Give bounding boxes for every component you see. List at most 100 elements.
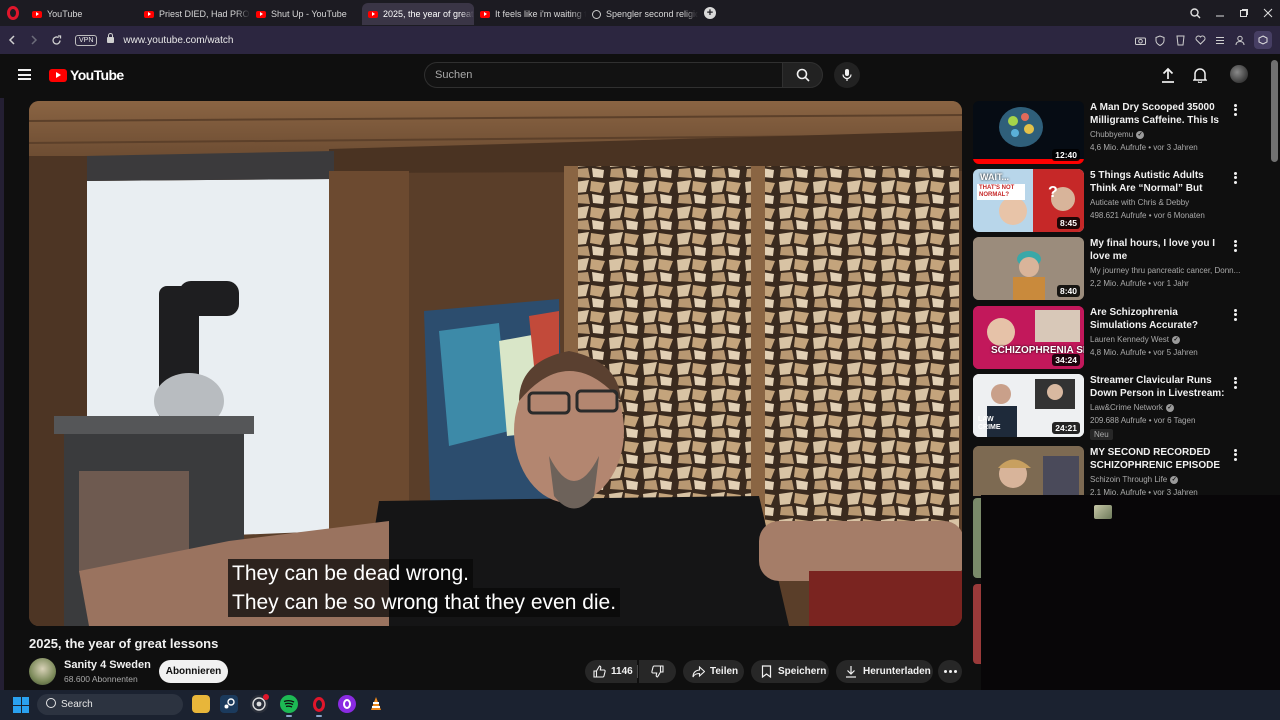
thumbnail-text: THAT'S NOT NORMAL? — [977, 184, 1025, 200]
vlc-icon[interactable] — [367, 695, 385, 713]
running-indicator — [286, 715, 292, 717]
menu-lines-icon[interactable] — [1214, 34, 1226, 46]
vpn-badge[interactable]: VPN — [75, 34, 98, 46]
guide-menu-button[interactable] — [18, 69, 31, 80]
recommendation-title[interactable]: MY SECOND RECORDED SCHIZOPHRENIC EPISODE — [1090, 446, 1230, 472]
tab-youtube[interactable]: YouTube — [26, 3, 138, 25]
steam-icon[interactable] — [220, 695, 238, 713]
kebab-menu-icon[interactable] — [1231, 376, 1239, 390]
url-field[interactable]: www.youtube.com/watch — [123, 35, 233, 46]
recommendation-item[interactable]: ? WAIT... THAT'S NOT NORMAL? 8:45 5 Thin… — [973, 169, 1273, 233]
partial-thumbnail — [973, 498, 981, 578]
thumbs-down-icon — [651, 665, 665, 679]
extension-icon[interactable] — [1174, 34, 1186, 46]
subscribe-button[interactable]: Abonnieren — [159, 660, 228, 683]
reload-button[interactable] — [45, 29, 67, 51]
shield-icon[interactable] — [1154, 34, 1166, 46]
tab-label: Shut Up - YouTube — [271, 9, 347, 19]
kebab-menu-icon[interactable] — [1231, 103, 1239, 117]
new-badge: Neu — [1090, 429, 1113, 440]
recommendation-title[interactable]: Are Schizophrenia Simulations Accurate? — [1090, 306, 1230, 332]
windows-start-icon[interactable] — [13, 697, 29, 713]
video-thumbnail[interactable] — [973, 446, 1084, 496]
like-button[interactable]: 1146 — [585, 660, 637, 683]
video-player[interactable]: They can be dead wrong. They can be so w… — [29, 101, 962, 626]
recommendation-title[interactable]: 5 Things Autistic Adults Think Are “Norm… — [1090, 169, 1230, 195]
lock-icon[interactable] — [107, 33, 115, 43]
partial-thumbnail — [973, 584, 981, 664]
video-duration: 24:21 — [1052, 422, 1080, 434]
opera-menu-button[interactable] — [0, 0, 26, 26]
recommendation-title[interactable]: Streamer Clavicular Runs Down Person in … — [1090, 374, 1230, 400]
recommendation-title[interactable]: My final hours, I love you I love me — [1090, 237, 1230, 263]
new-tab-button[interactable]: + — [704, 7, 716, 19]
video-thumbnail[interactable]: LAW CRIME 24:21 — [973, 374, 1084, 437]
video-thumbnail[interactable]: 8:40 — [973, 237, 1084, 300]
tab-2025-year[interactable]: 2025, the year of great le — [362, 3, 474, 25]
kebab-menu-icon[interactable] — [1231, 308, 1239, 322]
heart-icon[interactable] — [1194, 34, 1206, 46]
opera-gx-icon[interactable] — [338, 695, 356, 713]
video-thumbnail[interactable]: SCHIZOPHRENIA SIMULATIC 34:24 — [973, 306, 1084, 369]
search-input[interactable]: Suchen — [424, 62, 782, 88]
opera-logo-icon — [7, 6, 19, 20]
recommendation-meta: 2,2 Mio. Aufrufe • vor 1 Jahr — [1090, 279, 1189, 288]
profile-icon[interactable] — [1234, 34, 1246, 46]
voice-search-button[interactable] — [834, 62, 860, 88]
recommendation-item[interactable]: SCHIZOPHRENIA SIMULATIC 34:24 Are Schizo… — [973, 306, 1273, 370]
spotify-icon[interactable] — [280, 695, 298, 713]
file-explorer-icon[interactable] — [192, 695, 210, 713]
bell-icon — [1193, 68, 1207, 83]
camera-icon[interactable] — [1134, 34, 1146, 46]
restore-button[interactable] — [1232, 0, 1256, 26]
save-label: Speichern — [778, 666, 827, 677]
kebab-menu-icon[interactable] — [1231, 448, 1239, 462]
channel-avatar[interactable] — [29, 658, 56, 685]
caption-line: They can be so wrong that they even die. — [228, 588, 621, 617]
save-button[interactable]: Speichern — [751, 660, 829, 683]
recommendation-meta: 4,6 Mio. Aufrufe • vor 3 Jahren — [1090, 143, 1198, 152]
recommendation-item[interactable]: MY SECOND RECORDED SCHIZOPHRENIC EPISODE… — [973, 446, 1273, 496]
tab-shut-up[interactable]: Shut Up - YouTube — [250, 3, 362, 25]
recommendation-channel[interactable]: Schizoin Through Life ✓ — [1090, 475, 1240, 484]
close-window-button[interactable] — [1256, 0, 1280, 26]
tab-priest-died[interactable]: Priest DIED, Had PROFOUN — [138, 3, 250, 25]
account-avatar[interactable] — [1230, 65, 1248, 83]
youtube-logo[interactable]: YouTube — [49, 67, 124, 83]
upload-button[interactable] — [1158, 65, 1178, 85]
recommendation-channel[interactable]: Chubbyemu ✓ — [1090, 130, 1240, 139]
channel-name: Auticate with Chris & Debby — [1090, 198, 1190, 207]
browser-tab-strip: YouTube Priest DIED, Had PROFOUN Shut Up… — [0, 0, 1280, 26]
kebab-menu-icon[interactable] — [1231, 171, 1239, 185]
video-thumbnail[interactable]: ? WAIT... THAT'S NOT NORMAL? 8:45 — [973, 169, 1084, 232]
recommendation-channel[interactable]: Law&Crime Network ✓ — [1090, 403, 1240, 412]
recommendation-channel[interactable]: Auticate with Chris & Debby — [1090, 198, 1240, 207]
recommendation-item[interactable]: 12:40 A Man Dry Scooped 35000 Milligrams… — [973, 101, 1273, 165]
recommendation-item[interactable]: LAW CRIME 24:21 Streamer Clavicular Runs … — [973, 374, 1273, 446]
minimize-button[interactable] — [1208, 0, 1232, 26]
video-thumbnail[interactable]: 12:40 — [973, 101, 1084, 164]
recommendation-channel[interactable]: Lauren Kennedy West ✓ — [1090, 335, 1240, 344]
channel-name[interactable]: Sanity 4 Sweden — [64, 659, 151, 671]
search-button[interactable] — [782, 62, 823, 88]
download-button[interactable]: Herunterladen — [836, 660, 933, 683]
notifications-button[interactable] — [1190, 65, 1210, 85]
forward-button[interactable] — [23, 29, 45, 51]
tab-search-icon[interactable] — [1183, 0, 1207, 26]
aria-cube-icon[interactable] — [1254, 31, 1272, 49]
recommendation-title[interactable]: A Man Dry Scooped 35000 Milligrams Caffe… — [1090, 101, 1230, 127]
back-button[interactable] — [1, 29, 23, 51]
subscriber-count: 68.600 Abonnenten — [64, 674, 138, 684]
running-indicator — [316, 715, 322, 717]
tab-waiting[interactable]: It feels like i'm waiting to — [474, 3, 586, 25]
opera-icon[interactable] — [310, 695, 328, 713]
taskbar-search[interactable]: Search — [37, 694, 183, 715]
dislike-button[interactable] — [639, 660, 676, 683]
scrollbar-thumb[interactable] — [1271, 60, 1278, 162]
tab-spengler[interactable]: Spengler second religious — [586, 3, 698, 25]
kebab-menu-icon[interactable] — [1231, 239, 1239, 253]
share-button[interactable]: Teilen — [683, 660, 744, 683]
recommendation-channel[interactable]: My journey thru pancreatic cancer, Donn.… — [1090, 266, 1240, 275]
more-actions-button[interactable] — [938, 660, 962, 683]
recommendation-item[interactable]: 8:40 My final hours, I love you I love m… — [973, 237, 1273, 301]
